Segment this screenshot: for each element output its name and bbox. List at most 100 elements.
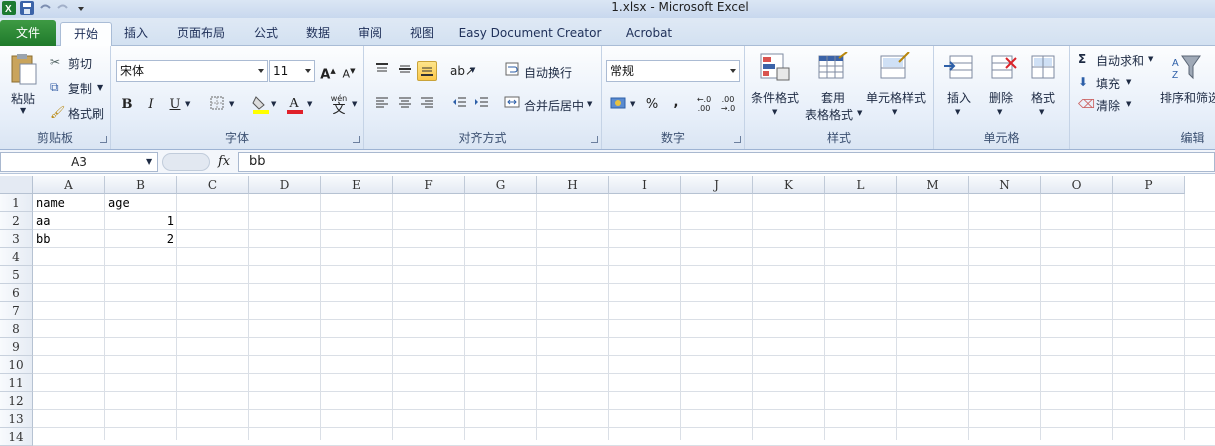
- tab-page-layout[interactable]: 页面布局: [168, 22, 234, 46]
- paste-dropdown-icon[interactable]: ▼: [20, 106, 26, 115]
- tab-acrobat[interactable]: Acrobat: [618, 22, 680, 46]
- sort-filter-button[interactable]: 排序和筛选: [1160, 89, 1215, 106]
- border-icon[interactable]: [207, 95, 227, 115]
- column-header-d[interactable]: D: [249, 176, 321, 194]
- comma-button[interactable]: ,: [666, 93, 686, 113]
- column-header-e[interactable]: E: [321, 176, 393, 194]
- delete-cells-button[interactable]: 删除: [989, 89, 1013, 106]
- underline-dropdown-icon[interactable]: ▼: [185, 100, 190, 108]
- merge-center-button[interactable]: 合并后居中: [524, 97, 584, 114]
- tab-data[interactable]: 数据: [298, 22, 338, 46]
- font-name-combo[interactable]: 宋体: [116, 60, 268, 82]
- cell-b1[interactable]: age: [105, 194, 177, 212]
- autosum-dropdown-icon[interactable]: ▼: [1148, 55, 1153, 63]
- tab-home[interactable]: 开始: [60, 22, 112, 47]
- italic-button[interactable]: I: [141, 95, 161, 115]
- align-center-icon[interactable]: [395, 94, 415, 114]
- phonetic-guide-icon[interactable]: wén 文: [326, 92, 352, 118]
- row-header-4[interactable]: 4: [0, 248, 33, 266]
- fill-color-dropdown-icon[interactable]: ▼: [271, 100, 276, 108]
- bold-button[interactable]: B: [117, 95, 137, 115]
- merge-center-dropdown-icon[interactable]: ▼: [587, 100, 592, 108]
- align-top-icon[interactable]: [372, 61, 392, 81]
- cell-styles-button[interactable]: 单元格样式: [866, 89, 926, 106]
- tab-view[interactable]: 视图: [402, 22, 442, 46]
- row-header-14[interactable]: 14: [0, 428, 33, 446]
- row-header-9[interactable]: 9: [0, 338, 33, 356]
- column-header-l[interactable]: L: [825, 176, 897, 194]
- row-header-6[interactable]: 6: [0, 284, 33, 302]
- font-launcher-icon[interactable]: [353, 136, 360, 143]
- decrease-indent-icon[interactable]: [450, 94, 470, 114]
- tab-insert[interactable]: 插入: [116, 22, 156, 46]
- paste-icon[interactable]: [8, 52, 40, 85]
- percent-button[interactable]: %: [642, 95, 662, 115]
- row-header-2[interactable]: 2: [0, 212, 33, 230]
- autosum-button[interactable]: 自动求和: [1096, 52, 1144, 69]
- conditional-formatting-dropdown-icon[interactable]: ▼: [772, 108, 777, 116]
- clipboard-launcher-icon[interactable]: [100, 136, 107, 143]
- increase-decimal-icon[interactable]: ←.0.00: [694, 95, 714, 115]
- delete-cells-dropdown-icon[interactable]: ▼: [997, 108, 1002, 116]
- formula-bar-divider[interactable]: [162, 153, 210, 171]
- column-header-p[interactable]: P: [1113, 176, 1185, 194]
- decrease-decimal-icon[interactable]: .00 →.0: [718, 95, 738, 115]
- row-header-11[interactable]: 11: [0, 374, 33, 392]
- copy-button[interactable]: 复制: [68, 80, 92, 97]
- shrink-font-button[interactable]: A▼: [339, 61, 359, 81]
- font-size-combo[interactable]: 11: [269, 60, 315, 82]
- column-header-b[interactable]: B: [105, 176, 177, 194]
- format-as-table-button[interactable]: 表格格式: [805, 106, 853, 123]
- underline-button[interactable]: U: [165, 95, 185, 115]
- orientation-icon[interactable]: ab↗: [450, 61, 475, 81]
- column-header-a[interactable]: A: [33, 176, 105, 194]
- conditional-formatting-button[interactable]: 条件格式: [751, 89, 799, 106]
- column-header-c[interactable]: C: [177, 176, 249, 194]
- font-color-icon[interactable]: A: [285, 93, 305, 114]
- cell-a2[interactable]: aa: [33, 212, 105, 230]
- accounting-format-icon[interactable]: [608, 95, 628, 115]
- format-as-table-label-top[interactable]: 套用: [821, 89, 845, 106]
- row-header-13[interactable]: 13: [0, 410, 33, 428]
- tab-review[interactable]: 审阅: [350, 22, 390, 46]
- format-cells-button[interactable]: 格式: [1031, 89, 1055, 106]
- phonetic-dropdown-icon[interactable]: ▼: [352, 100, 357, 108]
- name-box[interactable]: A3: [0, 152, 158, 172]
- column-header-h[interactable]: H: [537, 176, 609, 194]
- number-launcher-icon[interactable]: [734, 136, 741, 143]
- worksheet-grid[interactable]: ABCDEFGHIJKLMNOP 1 2 3 4 5 6 7 8 9 10 11 12 13 14 nam…: [0, 176, 1215, 446]
- orientation-dropdown-icon[interactable]: ▼: [470, 66, 475, 74]
- row-header-10[interactable]: 10: [0, 356, 33, 374]
- clear-dropdown-icon[interactable]: ▼: [1126, 100, 1131, 108]
- column-header-g[interactable]: G: [465, 176, 537, 194]
- row-header-1[interactable]: 1: [0, 194, 33, 212]
- font-color-dropdown-icon[interactable]: ▼: [307, 100, 312, 108]
- tab-formulas[interactable]: 公式: [246, 22, 286, 46]
- column-header-j[interactable]: J: [681, 176, 753, 194]
- column-header-i[interactable]: I: [609, 176, 681, 194]
- column-header-m[interactable]: M: [897, 176, 969, 194]
- align-bottom-icon[interactable]: [417, 61, 437, 81]
- insert-cells-button[interactable]: 插入: [947, 89, 971, 106]
- insert-cells-dropdown-icon[interactable]: ▼: [955, 108, 960, 116]
- cell-b2[interactable]: 1: [105, 212, 177, 230]
- fill-button[interactable]: 填充: [1096, 75, 1120, 92]
- name-box-dropdown-icon[interactable]: ▼: [146, 157, 152, 166]
- align-right-icon[interactable]: [417, 94, 437, 114]
- column-header-f[interactable]: F: [393, 176, 465, 194]
- formula-input[interactable]: bb: [238, 152, 1215, 172]
- row-header-12[interactable]: 12: [0, 392, 33, 410]
- tab-file[interactable]: 文件: [0, 20, 56, 46]
- insert-function-icon[interactable]: fx: [218, 154, 230, 169]
- cut-button[interactable]: 剪切: [68, 55, 92, 72]
- row-header-7[interactable]: 7: [0, 302, 33, 320]
- border-dropdown-icon[interactable]: ▼: [229, 100, 234, 108]
- wrap-text-button[interactable]: 自动换行: [524, 64, 572, 81]
- format-painter-button[interactable]: 格式刷: [68, 105, 104, 122]
- column-header-n[interactable]: N: [969, 176, 1041, 194]
- column-header-o[interactable]: O: [1041, 176, 1113, 194]
- select-all-corner[interactable]: [0, 176, 33, 194]
- format-as-table-dropdown-icon[interactable]: ▼: [857, 109, 862, 117]
- number-format-combo[interactable]: 常规: [606, 60, 740, 82]
- fill-color-icon[interactable]: [251, 93, 271, 114]
